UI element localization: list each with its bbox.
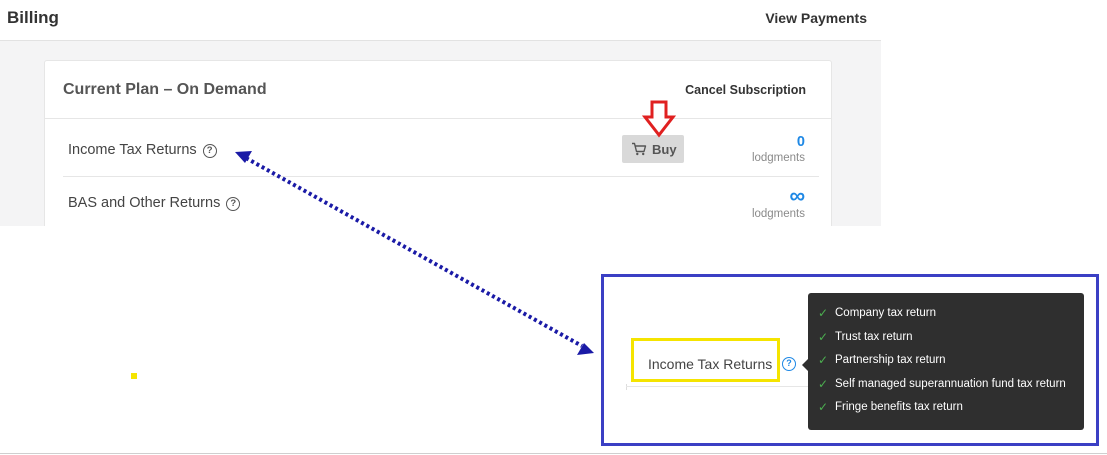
check-icon: ✓	[818, 376, 829, 391]
cancel-subscription-button[interactable]: Cancel Subscription	[685, 83, 806, 97]
count-unit: lodgments	[751, 152, 805, 164]
check-icon: ✓	[818, 306, 829, 320]
annotation-dot	[131, 373, 137, 379]
question-circle-icon[interactable]: ?	[782, 357, 796, 371]
row-label-text: BAS and Other Returns	[68, 195, 221, 211]
tooltip-item: ✓ Self managed superannuation fund tax re…	[818, 376, 1084, 400]
billing-page: Billing View Payments Current Plan – On …	[0, 0, 881, 226]
count-value-infinity: ∞	[789, 183, 805, 208]
count-value: 0	[796, 134, 805, 150]
count-unit: lodgments	[751, 208, 805, 220]
cart-icon	[632, 142, 647, 156]
tooltip-item: ✓ Company tax return	[818, 305, 1084, 329]
tooltip-item: ✓ Fringe benefits tax return	[818, 399, 1084, 423]
plan-card: Current Plan – On Demand Cancel Subscrip…	[44, 60, 832, 226]
page-title: Billing	[7, 8, 59, 27]
buy-label: Buy	[652, 142, 677, 157]
zoom-callout: Income Tax Returns ? ✓ Company tax return…	[601, 274, 1099, 446]
tooltip-item: ✓ Partnership tax return	[818, 352, 1084, 376]
plan-title: Current Plan – On Demand	[63, 81, 267, 98]
row-label-text: Income Tax Returns	[68, 142, 197, 158]
tooltip-item: ✓ Trust tax return	[818, 329, 1084, 353]
tooltip-item-text: Partnership tax return	[835, 354, 946, 367]
check-icon: ✓	[818, 329, 829, 344]
tooltip-item-text: Trust tax return	[835, 330, 913, 343]
divider	[626, 384, 627, 390]
tooltip: ✓ Company tax return ✓ Trust tax return ✓ P…	[808, 293, 1084, 430]
check-icon: ✓	[818, 353, 829, 368]
plan-row-bas: BAS and Other Returns? ∞ lodgments	[63, 178, 819, 226]
lodgment-count: 0 lodgments	[752, 134, 805, 164]
buy-button[interactable]: Buy	[622, 135, 684, 163]
view-payments-link[interactable]: View Payments	[765, 10, 867, 26]
question-circle-icon[interactable]: ?	[202, 144, 217, 158]
tooltip-item-text: Self managed superannuation fund tax ret…	[835, 377, 1066, 390]
down-arrow-icon	[642, 100, 676, 138]
plan-card-header: Current Plan – On Demand Cancel Subscrip…	[45, 61, 831, 119]
row-label: Income Tax Returns?	[68, 142, 217, 158]
divider	[0, 453, 1107, 454]
top-bar: Billing View Payments	[0, 0, 881, 41]
zoom-row-label: Income Tax Returns	[648, 356, 773, 372]
tooltip-item-text: Company tax return	[835, 307, 936, 319]
lodgment-count: ∞ lodgments	[751, 183, 805, 221]
plan-row-income-tax: Income Tax Returns? Buy 0 lodgments	[63, 120, 819, 177]
row-label: BAS and Other Returns?	[68, 195, 241, 211]
check-icon: ✓	[818, 400, 829, 415]
tooltip-item-text: Fringe benefits tax return	[835, 401, 963, 414]
question-circle-icon[interactable]: ?	[226, 197, 241, 211]
divider	[626, 386, 826, 387]
